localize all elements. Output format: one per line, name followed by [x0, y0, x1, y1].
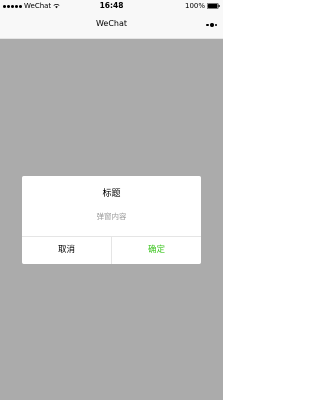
battery-percent: 100%: [184, 2, 205, 10]
nav-title: WeChat: [95, 19, 128, 28]
status-bar: WeChat 16:48 100%: [0, 0, 223, 12]
phone-screen: WeChat 16:48 100% WeChat 标题 弹窗内容 取消 确定: [0, 0, 223, 400]
navigation-bar: WeChat: [0, 12, 223, 39]
confirm-button[interactable]: 确定: [112, 237, 201, 264]
battery-icon: [207, 3, 220, 9]
modal-title: 标题: [102, 189, 121, 199]
more-dots-icon[interactable]: [206, 20, 217, 30]
status-right: 100%: [185, 2, 220, 10]
modal-dialog: 标题 弹窗内容 取消 确定: [22, 176, 201, 264]
modal-footer: 取消 确定: [22, 236, 201, 264]
cancel-button[interactable]: 取消: [22, 237, 112, 264]
modal-content: 弹窗内容: [96, 212, 127, 221]
